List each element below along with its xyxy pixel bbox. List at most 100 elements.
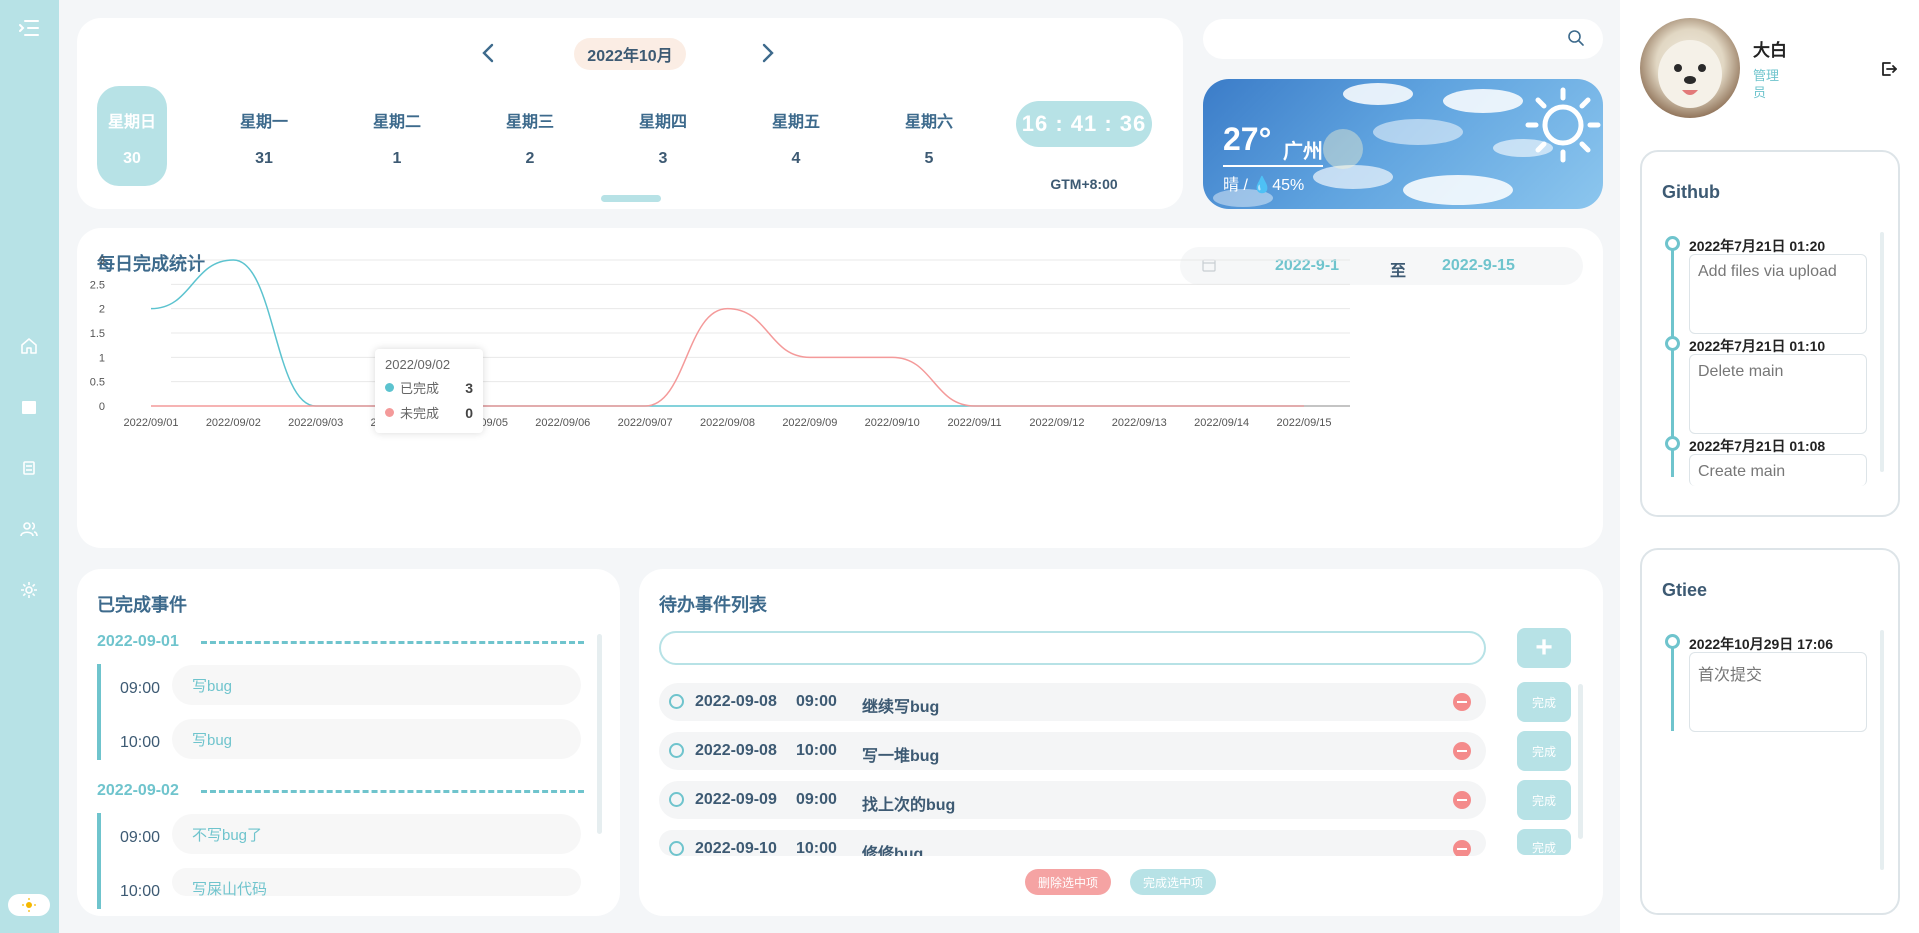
complete-selected-button[interactable]: 完成选中项 [1130,869,1216,895]
next-month-button[interactable] [761,42,775,69]
settings-icon[interactable] [17,578,41,602]
complete-todo-button[interactable]: 完成 [1517,731,1571,771]
divider [201,790,584,793]
complete-todo-button[interactable]: 完成 [1517,780,1571,820]
current-month[interactable]: 2022年10月 [574,38,686,70]
day-date: 3 [658,150,668,167]
commit-time: 2022年7月21日 01:08 [1689,438,1826,454]
home-icon[interactable] [17,334,41,358]
y-tick-label: 0 [99,401,105,413]
divider [201,641,584,644]
y-tick-label: 0.5 [90,377,105,389]
day-cell[interactable]: 星期一 31 [229,86,299,186]
y-tick-label: 2.5 [90,279,105,291]
gitee-commits-card: Gtiee 2022年10月29日 17:06 首次提交 [1640,548,1900,915]
todo-checkbox[interactable] [669,841,684,856]
y-tick-label: 1 [99,352,105,364]
y-tick-label: 3 [99,255,105,267]
event-group-date: 2022-09-01 [97,633,179,650]
day-name: 星期四 [638,114,687,131]
todo-date: 2022-09-09 [695,791,777,808]
gitee-title: Gtiee [1662,580,1708,600]
avatar[interactable] [1640,18,1740,118]
timeline-dot [1665,436,1680,451]
scrollbar[interactable] [1880,630,1884,870]
todo-text: 修修bug [862,846,924,856]
commit-time: 2022年10月29日 17:06 [1689,636,1833,652]
right-panel: 大白 管理员 Github 2022年7月21日 01:20 Add files… [1620,0,1919,933]
daily-stats-card: 每日完成统计 2022-9-1 至 2022-9-15 0 0.5 1 1.5 2 2.5… [77,228,1603,548]
day-cell[interactable]: 星期二 1 [362,86,432,186]
theme-toggle[interactable] [8,894,50,916]
todo-item[interactable]: 2022-09-10 10:00 修修bug [659,830,1486,856]
event-time: 10:00 [120,883,161,900]
chevron-left-icon [482,43,494,63]
tooltip-undone-value: 0 [465,404,473,421]
delete-selected-button[interactable]: 删除选中项 [1025,869,1111,895]
day-cell[interactable]: 星期六 5 [894,86,964,186]
event-time: 09:00 [120,680,161,697]
todo-checkbox[interactable] [669,694,684,709]
weather-city: 广州 [1283,141,1323,163]
calendar-scrollbar[interactable] [601,195,661,202]
day-date: 2 [525,150,535,167]
commit-message[interactable]: 首次提交 [1689,652,1867,732]
day-name: 星期二 [372,114,421,131]
users-icon[interactable] [17,517,41,541]
event-item[interactable]: 不写bug了 [172,814,581,854]
complete-todo-button[interactable]: 完成 [1517,682,1571,722]
tasks-icon[interactable] [17,456,41,480]
todo-time: 10:00 [796,840,837,856]
todo-checkbox[interactable] [669,792,684,807]
weather-description: 晴 / 💧45% [1223,177,1305,194]
sun-icon [22,898,36,912]
line-chart[interactable]: 00.511.522.532022/09/01 2022/09/02 2022/09… [77,228,1603,548]
menu-icon[interactable] [17,16,41,40]
day-name: 星期日 [107,114,156,131]
event-item[interactable]: 写屎山代码 [172,868,581,896]
add-todo-button[interactable]: + [1517,628,1571,668]
scrollbar[interactable] [1578,684,1583,839]
commit-message[interactable]: Add files via upload [1689,254,1867,334]
day-cell[interactable]: 星期三 2 [495,86,565,186]
scrollbar[interactable] [1880,232,1884,472]
event-item[interactable]: 写bug [172,719,581,759]
x-tick-label: 2022/09/06 [535,417,590,429]
day-date: 31 [255,150,273,167]
todo-item[interactable]: 2022-09-09 09:00 找上次的bug [659,781,1486,819]
scrollbar[interactable] [597,634,602,834]
day-cell[interactable]: 星期五 4 [761,86,831,186]
search-icon[interactable] [1567,29,1585,52]
chevron-right-icon [762,43,774,63]
x-tick-label: 2022/09/13 [1112,417,1167,429]
completed-events-card: 已完成事件 2022-09-01 09:00 写bug 10:00 写bug 2… [77,569,620,916]
prev-month-button[interactable] [481,42,495,69]
delete-todo-icon[interactable] [1453,742,1471,760]
event-item[interactable]: 写bug [172,665,581,705]
search-input[interactable] [1219,25,1549,53]
day-cell[interactable]: 星期四 3 [628,86,698,186]
delete-todo-icon[interactable] [1453,791,1471,809]
day-name: 星期六 [904,114,953,131]
timeline-line [1671,635,1674,731]
day-date: 1 [392,150,402,167]
user-role: 管理员 [1753,68,1780,100]
commit-message[interactable]: Create main [1689,454,1867,486]
new-todo-input[interactable] [659,631,1486,665]
day-name: 星期一 [239,114,288,131]
delete-todo-icon[interactable] [1453,840,1471,856]
timeline-dot [1665,236,1680,251]
commit-message[interactable]: Delete main [1689,354,1867,434]
todo-item[interactable]: 2022-09-08 09:00 继续写bug [659,683,1486,721]
delete-todo-icon[interactable] [1453,693,1471,711]
day-date: 5 [924,150,934,167]
event-time: 10:00 [120,734,161,751]
day-cell[interactable]: 星期日 30 [97,86,167,186]
calendar-icon[interactable] [17,395,41,419]
todo-item[interactable]: 2022-09-08 10:00 写一堆bug [659,732,1486,770]
x-tick-label: 2022/09/08 [700,417,755,429]
logout-icon[interactable] [1880,60,1898,83]
complete-todo-button[interactable]: 完成 [1517,829,1571,855]
todo-checkbox[interactable] [669,743,684,758]
timezone-label: GTM+8:00 [1050,176,1118,192]
